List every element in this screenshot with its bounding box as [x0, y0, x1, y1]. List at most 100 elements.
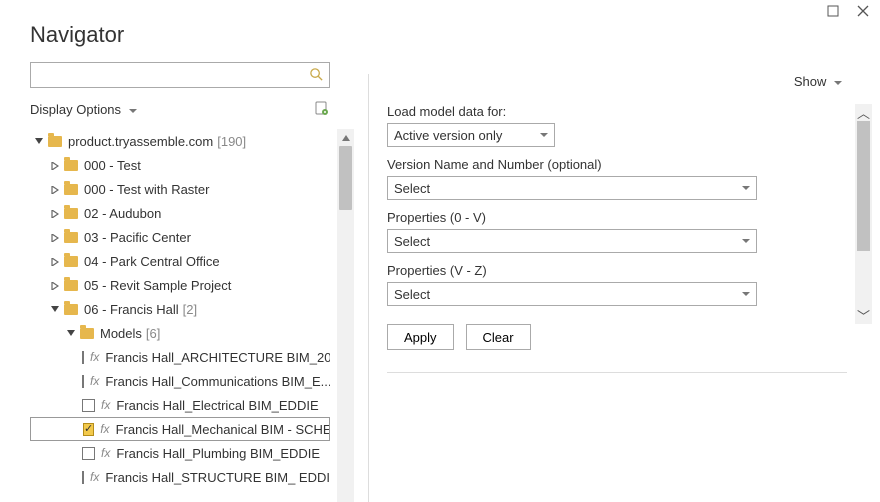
scroll-up-icon[interactable]: ︿	[855, 104, 872, 121]
tree-model-item[interactable]: fx Francis Hall_Communications BIM_E...	[30, 369, 330, 393]
tree-model-item[interactable]: fx Francis Hall_Electrical BIM_EDDIE	[30, 393, 330, 417]
display-options-label: Display Options	[30, 102, 121, 117]
page-title: Navigator	[0, 0, 880, 64]
checkbox[interactable]	[82, 375, 84, 388]
show-button[interactable]: Show	[794, 74, 842, 89]
function-icon: fx	[90, 350, 99, 364]
properties-0v-select[interactable]: Select	[387, 229, 757, 253]
properties-vz-value: Select	[394, 287, 430, 302]
version-value: Select	[394, 181, 430, 196]
tree-model-item[interactable]: fx Francis Hall_ARCHITECTURE BIM_20...	[30, 345, 330, 369]
folder-icon	[64, 184, 78, 195]
tree-folder-label: 000 - Test with Raster	[84, 182, 209, 197]
chevron-down-icon	[540, 133, 548, 137]
checkbox[interactable]	[82, 447, 95, 460]
collapse-icon[interactable]	[34, 134, 44, 149]
properties-vz-select[interactable]: Select	[387, 282, 757, 306]
collapse-icon[interactable]	[50, 302, 60, 317]
folder-icon	[64, 280, 78, 291]
tree-model-item[interactable]: fx Francis Hall_Plumbing BIM_EDDIE	[30, 441, 330, 465]
load-model-select[interactable]: Active version only	[387, 123, 555, 147]
expand-icon[interactable]	[50, 158, 60, 173]
tree-folder-label: 06 - Francis Hall	[84, 302, 179, 317]
tree-folder[interactable]: 000 - Test	[30, 153, 330, 177]
tree-folder[interactable]: 03 - Pacific Center	[30, 225, 330, 249]
tree-folder-label: 04 - Park Central Office	[84, 254, 220, 269]
expand-icon[interactable]	[50, 206, 60, 221]
tree-model-label: Francis Hall_Communications BIM_E...	[105, 374, 330, 389]
folder-icon	[64, 232, 78, 243]
expand-icon[interactable]	[50, 278, 60, 293]
tree-model-label: Francis Hall_ARCHITECTURE BIM_20...	[105, 350, 330, 365]
chevron-down-icon	[129, 109, 137, 113]
scroll-thumb[interactable]	[857, 121, 870, 251]
right-scrollbar[interactable]: ︿ ﹀	[855, 104, 872, 324]
tree-folder-count: [2]	[183, 302, 197, 317]
chevron-down-icon	[834, 81, 842, 85]
scroll-down-icon[interactable]: ﹀	[855, 307, 872, 324]
tree-models-count: [6]	[146, 326, 160, 341]
function-icon: fx	[101, 446, 110, 460]
tree-model-label: Francis Hall_STRUCTURE BIM_ EDDIE	[105, 470, 330, 485]
tree-model-label: Francis Hall_Mechanical BIM - SCHE...	[116, 422, 330, 437]
checkbox[interactable]	[82, 399, 95, 412]
version-select[interactable]: Select	[387, 176, 757, 200]
folder-icon	[64, 256, 78, 267]
function-icon: fx	[90, 374, 99, 388]
collapse-icon[interactable]	[66, 326, 76, 341]
folder-icon	[64, 160, 78, 171]
tree-folder[interactable]: 02 - Audubon	[30, 201, 330, 225]
folder-icon	[64, 208, 78, 219]
tree-folder-label: 05 - Revit Sample Project	[84, 278, 231, 293]
tree-folder[interactable]: 04 - Park Central Office	[30, 249, 330, 273]
tree-model-item[interactable]: fxFrancis Hall_STRUCTURE BIM_ EDDIE	[30, 465, 330, 489]
tree-models-label: Models	[100, 326, 142, 341]
tree-folder[interactable]: 05 - Revit Sample Project	[30, 273, 330, 297]
version-label: Version Name and Number (optional)	[387, 157, 757, 172]
clear-button[interactable]: Clear	[466, 324, 531, 350]
close-icon[interactable]	[856, 4, 870, 18]
refresh-icon[interactable]	[314, 100, 330, 119]
vertical-divider	[368, 74, 369, 502]
checkbox[interactable]	[83, 423, 94, 436]
maximize-icon[interactable]	[826, 4, 840, 18]
navigator-tree: product.tryassemble.com [190] 000 - Test…	[30, 129, 330, 502]
search-input[interactable]	[30, 62, 330, 88]
tree-folder-label: 02 - Audubon	[84, 206, 161, 221]
tree-folder[interactable]: 000 - Test with Raster	[30, 177, 330, 201]
tree-scrollbar[interactable]	[337, 129, 354, 502]
tree-folder-label: 03 - Pacific Center	[84, 230, 191, 245]
apply-button[interactable]: Apply	[387, 324, 454, 350]
tree-model-label: Francis Hall_Electrical BIM_EDDIE	[116, 398, 318, 413]
tree-folder-expanded[interactable]: 06 - Francis Hall [2]	[30, 297, 330, 321]
function-icon: fx	[101, 398, 110, 412]
show-label: Show	[794, 74, 827, 89]
checkbox[interactable]	[82, 351, 84, 364]
tree-root-label: product.tryassemble.com	[68, 134, 213, 149]
folder-icon	[48, 136, 62, 147]
tree-model-label: Francis Hall_Plumbing BIM_EDDIE	[116, 446, 320, 461]
scroll-up-icon[interactable]	[337, 129, 354, 146]
tree-model-item[interactable]: fx Francis Hall_Mechanical BIM - SCHE...	[30, 417, 330, 441]
display-options-button[interactable]: Display Options	[30, 102, 137, 117]
chevron-down-icon	[742, 239, 750, 243]
expand-icon[interactable]	[50, 254, 60, 269]
properties-0v-label: Properties (0 - V)	[387, 210, 757, 225]
checkbox[interactable]	[82, 471, 84, 484]
folder-icon	[80, 328, 94, 339]
load-model-value: Active version only	[394, 128, 502, 143]
tree-root[interactable]: product.tryassemble.com [190]	[30, 129, 330, 153]
properties-0v-value: Select	[394, 234, 430, 249]
load-model-label: Load model data for:	[387, 104, 757, 119]
chevron-down-icon	[742, 186, 750, 190]
function-icon: fx	[100, 422, 109, 436]
expand-icon[interactable]	[50, 230, 60, 245]
tree-models-folder[interactable]: Models [6]	[30, 321, 330, 345]
scroll-thumb[interactable]	[339, 146, 352, 210]
horizontal-divider	[387, 372, 847, 373]
folder-icon	[64, 304, 78, 315]
tree-root-count: [190]	[217, 134, 246, 149]
expand-icon[interactable]	[50, 182, 60, 197]
properties-vz-label: Properties (V - Z)	[387, 263, 757, 278]
chevron-down-icon	[742, 292, 750, 296]
